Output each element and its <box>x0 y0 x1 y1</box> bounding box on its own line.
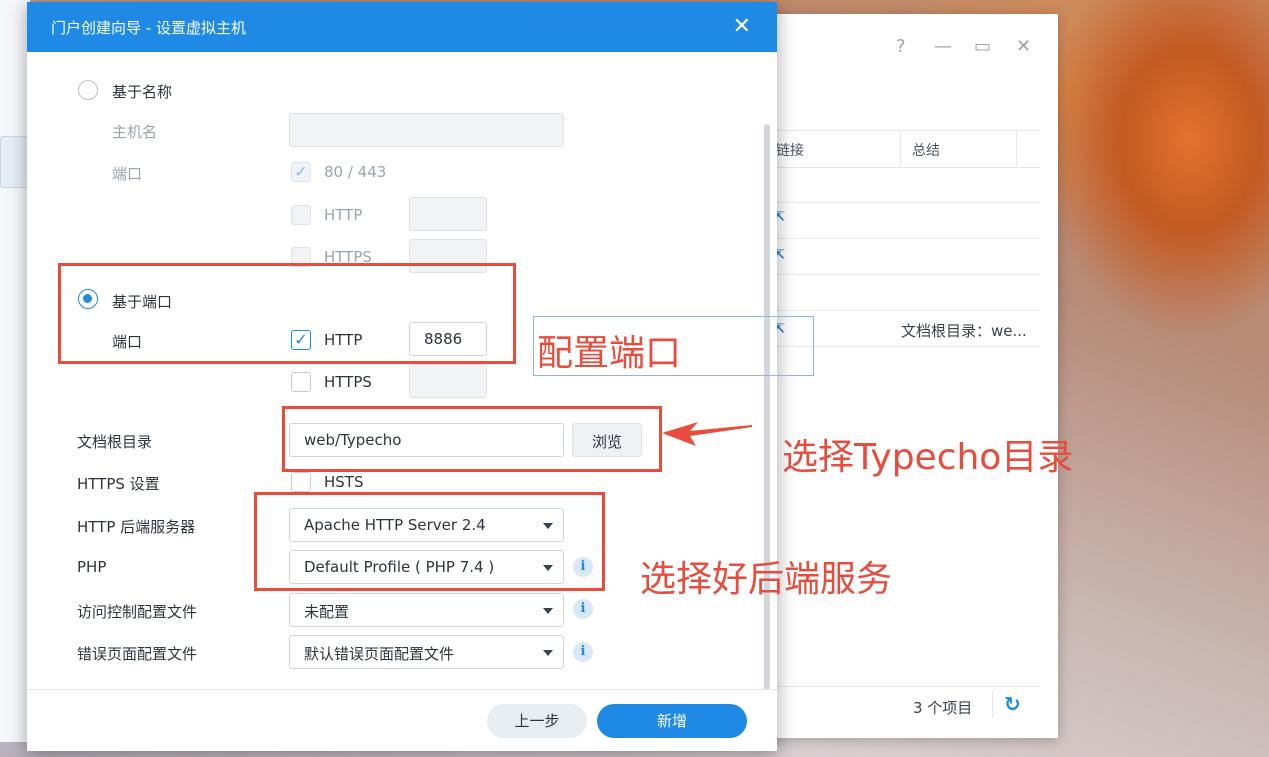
close-icon[interactable]: ✕ <box>733 14 751 39</box>
hsts-checkbox[interactable] <box>291 472 311 492</box>
hsts-label: HSTS <box>324 473 364 491</box>
annotation-arrow-icon <box>662 422 752 446</box>
dialog-titlebar: 门户创建向导 - 设置虚拟主机 ✕ <box>27 2 777 52</box>
chevron-down-icon <box>543 650 553 656</box>
https-port-input[interactable] <box>409 364 487 398</box>
http-label-disabled: HTTP <box>324 206 363 224</box>
dialog-title: 门户创建向导 - 设置虚拟主机 <box>51 19 246 37</box>
php-label: PHP <box>77 558 107 576</box>
row-summary-text: 文档根目录：we... <box>901 322 1027 340</box>
error-page-select-value: 默认错误页面配置文件 <box>304 645 455 663</box>
annotation-box-backend <box>254 492 605 591</box>
footer-divider <box>992 690 993 718</box>
annotation-backend: 选择好后端服务 <box>640 559 893 600</box>
close-icon[interactable]: ✕ <box>1016 36 1031 57</box>
table-row-divider <box>760 202 1040 203</box>
left-pane-selected-item <box>0 136 30 188</box>
info-icon[interactable]: i <box>573 642 593 662</box>
maximize-icon[interactable]: ▭ <box>974 36 991 57</box>
annotation-typecho: 选择Typecho目录 <box>782 437 1074 478</box>
table-row-divider <box>760 238 1040 239</box>
help-icon[interactable]: ? <box>896 36 906 57</box>
annotation-box-port <box>58 263 516 364</box>
access-control-select-value: 未配置 <box>304 603 350 621</box>
chevron-down-icon <box>543 608 553 614</box>
scrollbar[interactable] <box>764 124 770 690</box>
docroot-label: 文档根目录 <box>77 433 153 451</box>
table-row-divider <box>760 274 1040 275</box>
annotation-box-docroot <box>282 406 662 472</box>
default-ports-checkbox[interactable]: ✓ <box>291 162 311 182</box>
https-settings-label: HTTPS 设置 <box>77 475 160 493</box>
footer-divider <box>27 689 777 690</box>
hostname-input[interactable] <box>289 113 564 147</box>
access-control-select[interactable]: 未配置 <box>289 593 564 627</box>
virtual-host-dialog: 门户创建向导 - 设置虚拟主机 ✕ 基于名称 主机名 端口 ✓ 80 / 443… <box>27 2 777 751</box>
add-button[interactable]: 新增 <box>597 704 747 738</box>
refresh-icon[interactable]: ↻ <box>1004 692 1021 716</box>
name-based-label: 基于名称 <box>112 83 173 101</box>
item-count: 3 个项目 <box>913 699 973 717</box>
https-label: HTTPS <box>324 373 372 391</box>
error-page-label: 错误页面配置文件 <box>77 645 198 663</box>
column-divider <box>900 130 901 166</box>
default-ports-label: 80 / 443 <box>324 163 387 181</box>
http-checkbox-disabled[interactable] <box>291 205 311 225</box>
port-label: 端口 <box>112 165 143 183</box>
backend-label: HTTP 后端服务器 <box>77 518 196 536</box>
https-checkbox[interactable] <box>291 372 311 392</box>
error-page-select[interactable]: 默认错误页面配置文件 <box>289 635 564 669</box>
name-based-radio[interactable] <box>78 80 98 100</box>
back-button[interactable]: 上一步 <box>487 704 587 738</box>
column-divider <box>1016 130 1017 166</box>
footer-divider <box>760 686 1040 687</box>
annotation-port: 配置端口 <box>537 333 682 374</box>
column-header-summary[interactable]: 总结 <box>912 140 940 160</box>
column-header-link[interactable]: 链接 <box>776 140 804 160</box>
background-window: ? — ▭ ✕ 链接 总结 ⇱ ⇱ ⇱ 文档根目录：we... 3 个项目 ↻ <box>760 14 1058 738</box>
minimize-icon[interactable]: — <box>934 36 952 57</box>
info-icon[interactable]: i <box>573 599 593 619</box>
table-row-divider <box>760 310 1040 311</box>
hostname-label: 主机名 <box>112 123 158 141</box>
http-port-input-disabled[interactable] <box>409 197 487 231</box>
access-control-label: 访问控制配置文件 <box>77 603 198 621</box>
background-left-pane <box>0 0 30 742</box>
